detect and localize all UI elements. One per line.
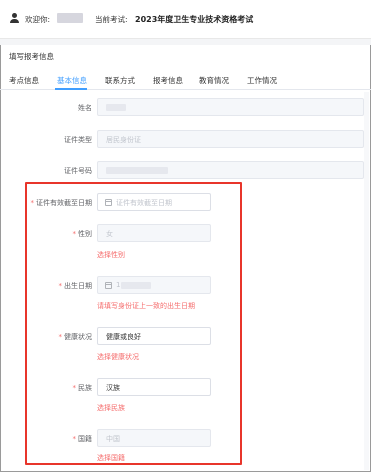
tab-work[interactable]: 工作情况 [247, 75, 277, 86]
tab-basic-info[interactable]: 基本信息 [57, 75, 87, 86]
active-tab-indicator [55, 88, 87, 90]
name-value-redacted [106, 104, 126, 111]
tab-education[interactable]: 教育情况 [199, 75, 229, 86]
form-title: 填写报考信息 [9, 52, 54, 61]
id-number-redacted [106, 167, 168, 174]
id-number-input [97, 161, 364, 179]
section-gap [0, 39, 371, 45]
header-bar: 欢迎你: 当前考试: 2023年度卫生专业技术资格考试 [0, 0, 371, 38]
id-number-label: 证件号码 [64, 167, 92, 175]
welcome-text: 欢迎你: [25, 15, 51, 24]
scroll-track [364, 92, 369, 470]
tab-exam-site[interactable]: 考点信息 [9, 75, 39, 86]
user-icon [10, 13, 19, 23]
id-type-label: 证件类型 [64, 136, 92, 144]
name-input [97, 98, 364, 116]
current-exam-label: 当前考试: [95, 15, 128, 24]
tab-contact[interactable]: 联系方式 [105, 75, 135, 86]
id-type-value: 居民身份证 [106, 136, 141, 144]
username-redacted [57, 13, 83, 23]
tab-application[interactable]: 报考信息 [153, 75, 183, 86]
id-type-input: 居民身份证 [97, 130, 364, 148]
tab-bar: 考点信息 基本信息 联系方式 报考信息 教育情况 工作情况 [0, 72, 371, 90]
highlight-annotation-box [25, 182, 242, 465]
current-exam-name: 2023年度卫生专业技术资格考试 [135, 14, 254, 24]
name-label: 姓名 [78, 104, 92, 112]
